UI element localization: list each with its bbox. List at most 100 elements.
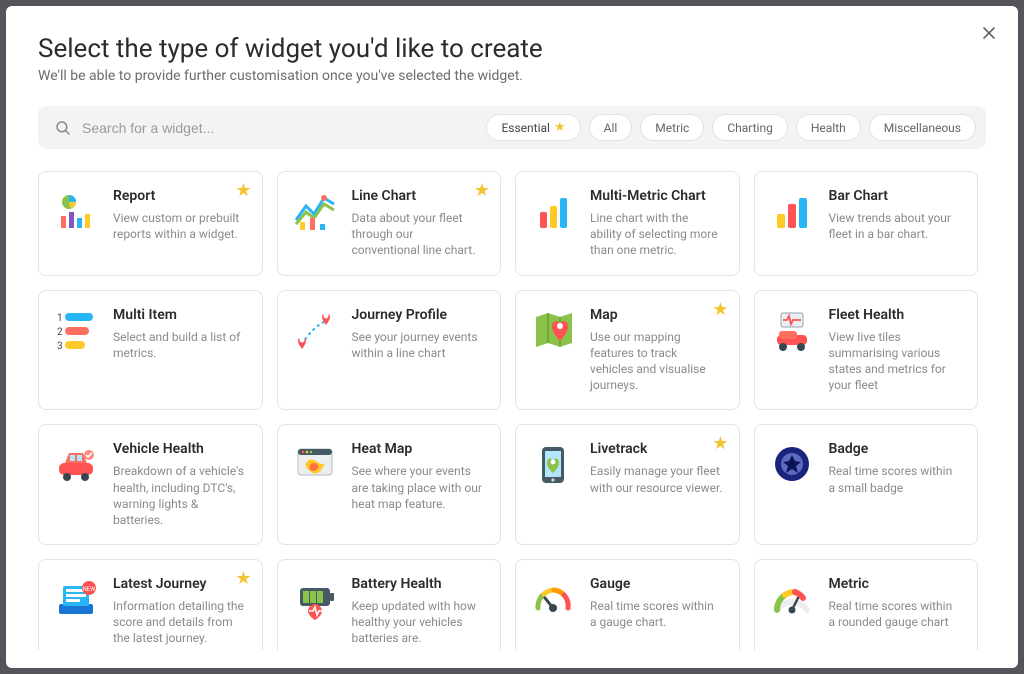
card-description: See where your events are taking place w… [352, 463, 485, 512]
search-icon [54, 119, 72, 137]
widget-card-livetrack[interactable]: ★LivetrackEasily manage your fleet with … [515, 424, 740, 545]
filter-metric[interactable]: Metric [640, 114, 704, 141]
gauge-icon [530, 576, 576, 622]
card-title: Fleet Health [829, 307, 962, 323]
card-title: Vehicle Health [113, 441, 246, 457]
widget-grid-scroll[interactable]: ★ReportView custom or prebuilt reports w… [38, 171, 986, 650]
filter-label: Essential [501, 121, 550, 135]
star-icon: ★ [554, 120, 566, 135]
card-body: Map Use our mapping features to track veh… [590, 307, 723, 394]
widget-card-multi-metric[interactable]: Multi-Metric Chart Line chart with the ab… [515, 171, 740, 276]
card-body: Multi-Metric Chart Line chart with the ab… [590, 188, 723, 259]
card-description: Select and build a list of metrics. [113, 329, 246, 361]
star-icon: ★ [235, 568, 251, 589]
card-title: Map [590, 307, 723, 323]
filter-all[interactable]: All [589, 114, 633, 141]
card-description: Real time scores within a rounded gauge … [829, 598, 962, 630]
card-description: Use our mapping features to track vehicl… [590, 329, 723, 394]
close-button[interactable] [976, 20, 1002, 46]
filter-charting[interactable]: Charting [712, 114, 788, 141]
card-description: Keep updated with how healthy your vehic… [352, 598, 485, 647]
widget-card-bar-chart[interactable]: Bar Chart View trends about your fleet in… [754, 171, 979, 276]
card-description: See your journey events within a line ch… [352, 329, 485, 361]
card-body: Badge Real time scores within a small bad… [829, 441, 962, 528]
filter-essential[interactable]: Essential ★ [486, 114, 580, 141]
card-description: Line chart with the ability of selecting… [590, 210, 723, 259]
card-title: Line Chart [352, 188, 485, 204]
svg-text:3: 3 [57, 341, 63, 352]
widget-card-report[interactable]: ★Report View custom or prebuilt reports w… [38, 171, 263, 276]
widget-card-fleet-health[interactable]: Fleet Health View live tiles summarising … [754, 290, 979, 411]
map-icon [530, 307, 576, 353]
close-icon [981, 25, 997, 41]
widget-card-heatmap[interactable]: Heat Map See where your events are taking… [277, 424, 502, 545]
livetrack-icon [530, 441, 576, 487]
card-description: Information detailing the score and deta… [113, 598, 246, 647]
star-icon: ★ [235, 180, 251, 201]
widget-card-latest-journey[interactable]: ★ NEW Latest Journey Information detailing … [38, 559, 263, 650]
search-input[interactable] [82, 120, 474, 136]
line-chart-icon [292, 188, 338, 234]
card-description: View custom or prebuilt reports within a… [113, 210, 246, 242]
widget-card-vehicle[interactable]: Vehicle Health Breakdown of a vehicle's h… [38, 424, 263, 545]
widget-card-line-chart[interactable]: ★Line Chart Data about your fleet through… [277, 171, 502, 276]
filter-miscellaneous[interactable]: Miscellaneous [869, 114, 976, 141]
badge-icon [769, 441, 815, 487]
card-title: Metric [829, 576, 962, 592]
multi-item-icon: 123 [53, 307, 99, 353]
card-body: Livetrack Easily manage your fleet with o… [590, 441, 723, 528]
card-title: Journey Profile [352, 307, 485, 323]
widget-card-multi-item[interactable]: 123 Multi ItemSelect and build a list of … [38, 290, 263, 411]
card-title: Latest Journey [113, 576, 246, 592]
card-body: Heat Map See where your events are taking… [352, 441, 485, 528]
filter-health[interactable]: Health [796, 114, 861, 141]
widget-type-modal: Select the type of widget you'd like to … [6, 6, 1018, 668]
card-title: Multi-Metric Chart [590, 188, 723, 204]
widget-card-map[interactable]: ★Map Use our mapping features to track ve… [515, 290, 740, 411]
search-wrap [48, 119, 474, 137]
search-filter-bar: Essential ★ All Metric Charting Health Miscell… [38, 106, 986, 149]
filter-label: Metric [655, 121, 689, 135]
card-description: View live tiles summarising various stat… [829, 329, 962, 394]
card-description: Data about your fleet through our conven… [352, 210, 485, 259]
card-body: Battery Health Keep updated with how heal… [352, 576, 485, 647]
widget-card-badge[interactable]: Badge Real time scores within a small bad… [754, 424, 979, 545]
widget-card-journey[interactable]: Journey Profile See your journey events w… [277, 290, 502, 411]
card-description: Real time scores within a small badge [829, 463, 962, 495]
card-body: Vehicle Health Breakdown of a vehicle's h… [113, 441, 246, 528]
latest-journey-icon: NEW [53, 576, 99, 622]
card-description: Breakdown of a vehicle's health, includi… [113, 463, 246, 528]
widget-card-metric[interactable]: Metric Real time scores within a rounded … [754, 559, 979, 650]
svg-text:NEW: NEW [82, 586, 96, 593]
fleet-health-icon [769, 307, 815, 353]
card-title: Heat Map [352, 441, 485, 457]
card-body: Latest Journey Information detailing the … [113, 576, 246, 647]
modal-subtitle: We'll be able to provide further customi… [38, 68, 986, 84]
journey-icon [292, 307, 338, 353]
metric-icon [769, 576, 815, 622]
report-icon [53, 188, 99, 234]
card-title: Livetrack [590, 441, 723, 457]
card-description: View trends about your fleet in a bar ch… [829, 210, 962, 242]
filter-label: Charting [727, 121, 773, 135]
widget-card-battery[interactable]: Battery Health Keep updated with how heal… [277, 559, 502, 650]
card-body: Multi ItemSelect and build a list of met… [113, 307, 246, 394]
multi-metric-icon [530, 188, 576, 234]
card-body: Metric Real time scores within a rounded … [829, 576, 962, 647]
card-description: Easily manage your fleet with our resour… [590, 463, 723, 495]
card-body: GaugeReal time scores within a gauge cha… [590, 576, 723, 647]
card-body: Journey Profile See your journey events w… [352, 307, 485, 394]
vehicle-icon [53, 441, 99, 487]
svg-text:1: 1 [57, 313, 63, 324]
filter-label: Miscellaneous [884, 121, 961, 135]
modal-title: Select the type of widget you'd like to … [38, 34, 986, 64]
card-title: Report [113, 188, 246, 204]
card-title: Badge [829, 441, 962, 457]
widget-card-gauge[interactable]: GaugeReal time scores within a gauge cha… [515, 559, 740, 650]
star-icon: ★ [712, 299, 728, 320]
star-icon: ★ [474, 180, 490, 201]
card-title: Battery Health [352, 576, 485, 592]
filter-label: All [604, 121, 618, 135]
widget-grid: ★ReportView custom or prebuilt reports w… [38, 171, 978, 650]
card-title: Bar Chart [829, 188, 962, 204]
